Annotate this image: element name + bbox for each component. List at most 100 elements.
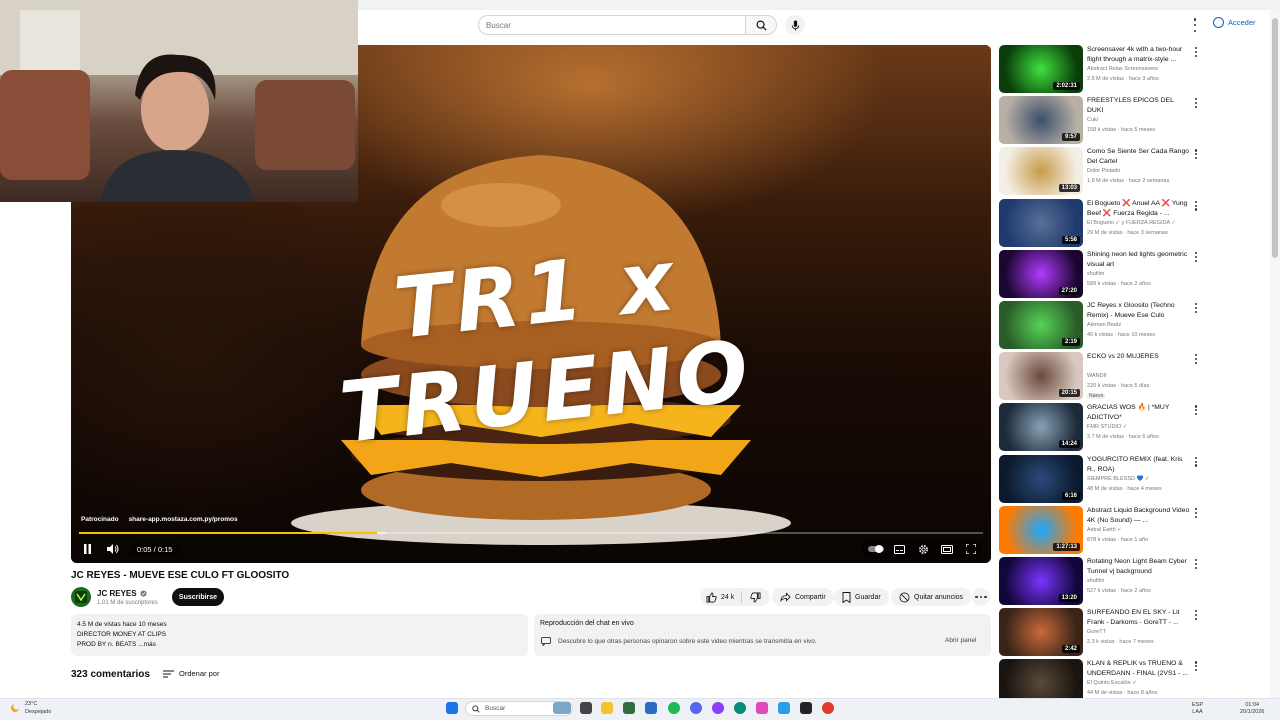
recommendation-item[interactable]: 14:24 GRACIAS WOS 🔥 | *MUY ADICTIVO* FMR S… xyxy=(999,403,1204,452)
recommendation-channel[interactable]: Cuki xyxy=(1087,117,1098,123)
start-icon[interactable] xyxy=(446,702,458,714)
search-input[interactable]: Buscar xyxy=(478,15,746,35)
recommendation-title[interactable]: El Bogueto ❌ Anuel AA ❌ Yung Beef ❌ Fuer… xyxy=(1087,199,1190,219)
sort-button[interactable]: Ordenar por xyxy=(163,669,219,678)
recommendation-channel[interactable]: WANDII xyxy=(1087,373,1107,379)
recommendation-title[interactable]: FREESTYLES EPICOS DEL DUKI xyxy=(1087,96,1190,116)
more-vertical-icon[interactable] xyxy=(1194,559,1198,569)
recommendation-title[interactable]: YOGURCITO REMIX (feat. Kris R., ROA) xyxy=(1087,455,1190,475)
voice-search-button[interactable] xyxy=(785,15,805,35)
taskbar-widget-icon[interactable] xyxy=(553,702,571,714)
recommendation-channel[interactable]: shufilm xyxy=(1087,578,1104,584)
task-view-icon[interactable] xyxy=(580,702,592,714)
recommendation-thumbnail[interactable]: 27:20 xyxy=(999,249,1083,298)
more-vertical-icon[interactable] xyxy=(1194,354,1198,365)
recommendation-thumbnail[interactable]: 5:58 xyxy=(999,198,1083,247)
share-button[interactable]: Compartir xyxy=(772,588,834,606)
recommendation-thumbnail[interactable]: 20:15 xyxy=(999,352,1083,401)
more-actions-button[interactable] xyxy=(972,588,990,606)
recommendation-channel[interactable]: SIEMPRE BLESSD 💙 ✓ xyxy=(1087,476,1150,482)
recommendation-item[interactable]: 2:42 SURFEANDO EN EL SKY - Lit Frank - Da… xyxy=(999,608,1204,657)
volume-button[interactable] xyxy=(105,542,121,556)
more-vertical-icon[interactable] xyxy=(1194,200,1198,211)
more-vertical-icon[interactable] xyxy=(1194,405,1198,416)
recommendation-title[interactable]: Rotating Neon Light Beam Cyber Tunnel vj… xyxy=(1087,557,1190,577)
search-button[interactable] xyxy=(745,15,777,35)
recommendation-title[interactable]: ECKO vs 20 MUJERES xyxy=(1087,352,1190,362)
recommendation-item[interactable]: 13:03 Como Se Siente Ser Cada Rango Del C… xyxy=(999,147,1204,196)
settings-more-icon[interactable] xyxy=(1190,18,1200,32)
more-vertical-icon[interactable] xyxy=(1194,456,1198,467)
recommendation-thumbnail[interactable]: 6:16 xyxy=(999,454,1083,503)
more-vertical-icon[interactable] xyxy=(1194,303,1198,313)
spotify-icon[interactable] xyxy=(668,702,680,714)
recommendation-thumbnail[interactable]: 2:42 xyxy=(999,608,1083,657)
like-button[interactable]: 24 k xyxy=(700,588,740,606)
more-vertical-icon[interactable] xyxy=(1194,47,1198,57)
recommendation-item[interactable]: 1:27:13 Abstract Liquid Background Video … xyxy=(999,505,1204,554)
recommendation-thumbnail[interactable]: 2:02:31 xyxy=(999,45,1083,93)
description-more-link[interactable]: ...más xyxy=(138,641,156,648)
edge-icon[interactable] xyxy=(734,702,746,714)
autoplay-toggle[interactable] xyxy=(867,542,885,556)
channel-name[interactable]: JC REYES xyxy=(97,589,147,598)
more-vertical-icon[interactable] xyxy=(1194,98,1198,109)
capcut-icon[interactable] xyxy=(800,702,812,714)
theater-mode-button[interactable] xyxy=(939,542,955,556)
more-vertical-icon[interactable] xyxy=(1194,661,1198,672)
recommendation-thumbnail[interactable]: 2:19 xyxy=(999,301,1083,349)
app-icon-4[interactable] xyxy=(756,702,768,714)
remove-ads-button[interactable]: Quitar anuncios xyxy=(891,588,972,606)
recommendation-item[interactable]: 27:20 Shining neon led lights geometric v… xyxy=(999,249,1204,298)
recommendation-thumbnail[interactable]: 13:03 xyxy=(999,147,1083,196)
subtitles-button[interactable] xyxy=(891,542,907,556)
sign-in-button[interactable]: Acceder xyxy=(1213,17,1256,28)
recommendation-item[interactable]: 9:57 FREESTYLES EPICOS DEL DUKI Cuki 158 k … xyxy=(999,96,1204,145)
more-vertical-icon[interactable] xyxy=(1194,507,1198,518)
recommendation-thumbnail[interactable]: 1:27:13 xyxy=(999,505,1083,554)
clock[interactable]: 01:04 20/1/2026 xyxy=(1240,702,1264,716)
recommendation-channel[interactable]: Abstract Relax Screensavers xyxy=(1087,66,1158,72)
subscribe-button[interactable]: Suscribirse xyxy=(172,588,224,606)
more-vertical-icon[interactable] xyxy=(1194,251,1198,262)
recommendation-item[interactable]: 6:16 YOGURCITO REMIX (feat. Kris R., ROA)… xyxy=(999,454,1204,503)
channel-avatar[interactable] xyxy=(71,587,91,607)
recommendation-item[interactable]: 2:19 JC Reyes x Gloosito (Techno Remix) -… xyxy=(999,301,1204,349)
recommendation-title[interactable]: Como Se Siente Ser Cada Rango Del Cartel xyxy=(1087,147,1190,167)
more-vertical-icon[interactable] xyxy=(1194,610,1198,621)
recommendation-item[interactable]: 20:15 ECKO vs 20 MUJERES WANDII 220 k vista… xyxy=(999,352,1204,401)
recommendation-title[interactable]: JC Reyes x Gloosito (Techno Remix) - Mue… xyxy=(1087,301,1190,321)
recommendation-title[interactable]: Abstract Liquid Background Video 4K (No … xyxy=(1087,506,1190,526)
discord-icon[interactable] xyxy=(690,702,702,714)
recommendation-thumbnail[interactable]: 14:24 xyxy=(999,403,1083,452)
recommendation-title[interactable]: SURFEANDO EN EL SKY - Lit Frank - Darkom… xyxy=(1087,608,1190,628)
save-button[interactable]: Guardar xyxy=(834,588,889,606)
settings-button[interactable] xyxy=(915,542,931,556)
chrome-icon[interactable] xyxy=(822,702,834,714)
recommendation-title[interactable]: Screensaver 4k with a two-hour flight th… xyxy=(1087,45,1190,65)
app-icon-3[interactable] xyxy=(712,702,724,714)
recommendation-channel[interactable]: Dolor Pintado xyxy=(1087,168,1120,174)
description-box[interactable]: 4.5 M de vistas hace 10 meses DIRECTOR M… xyxy=(71,614,528,656)
file-explorer-icon[interactable] xyxy=(601,702,613,714)
more-vertical-icon[interactable] xyxy=(1194,149,1198,160)
recommendation-title[interactable]: GRACIAS WOS 🔥 | *MUY ADICTIVO* xyxy=(1087,403,1190,423)
recommendation-channel[interactable]: shufilm xyxy=(1087,271,1104,277)
app-icon-5[interactable] xyxy=(778,702,790,714)
recommendation-item[interactable]: 5:58 El Bogueto ❌ Anuel AA ❌ Yung Beef ❌ … xyxy=(999,198,1204,247)
recommendation-title[interactable]: KLAN & REPLIK vs TRUENO & UNDERDANN - FI… xyxy=(1087,659,1190,679)
recommendation-item[interactable]: 13:20 Rotating Neon Light Beam Cyber Tunn… xyxy=(999,557,1204,605)
language-indicator[interactable]: ESP LAA xyxy=(1192,702,1203,716)
recommendation-title[interactable]: Shining neon led lights geometric visual… xyxy=(1087,250,1190,270)
fullscreen-button[interactable] xyxy=(963,542,979,556)
recommendation-channel[interactable]: El Bogueto ✓ y FUERZA REGIDA ✓ xyxy=(1087,220,1176,226)
pause-button[interactable] xyxy=(79,542,95,556)
recommendation-channel[interactable]: El Quinto Escalón ✓ xyxy=(1087,680,1137,686)
open-panel-button[interactable]: Abrir panel xyxy=(945,637,976,644)
recommendation-channel[interactable]: Astral Earth ✓ xyxy=(1087,527,1122,533)
sponsor-info[interactable]: Patrocinado share-app.mostaza.com.py/pro… xyxy=(81,516,238,523)
recommendation-item[interactable]: 2:02:31 Screensaver 4k with a two-hour fl… xyxy=(999,45,1204,93)
recommendation-channel[interactable]: GoreTT xyxy=(1087,629,1106,635)
app-icon-1[interactable] xyxy=(623,702,635,714)
scrollbar-thumb[interactable] xyxy=(1272,18,1278,258)
